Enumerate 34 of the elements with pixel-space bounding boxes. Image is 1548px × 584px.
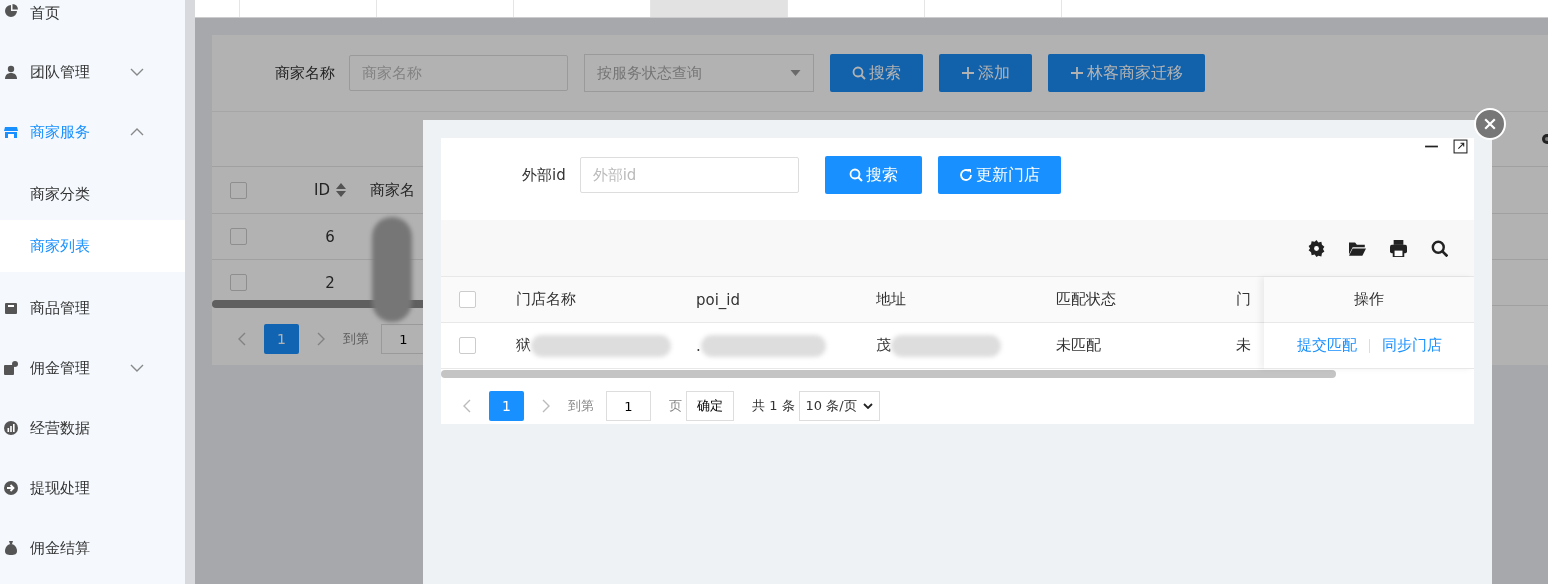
- page-input[interactable]: 1: [381, 324, 426, 354]
- table-cell: 茂: [876, 336, 891, 355]
- external-id-field[interactable]: 外部id: [579, 157, 799, 193]
- column-header: 操作: [1264, 277, 1474, 323]
- table-cell: 未: [1236, 336, 1251, 355]
- sidebar-item[interactable]: 商品管理: [0, 278, 185, 338]
- page-unit: 页: [669, 397, 682, 415]
- table-cell: .: [696, 336, 701, 355]
- field-label: 商家名称: [275, 63, 335, 83]
- sidebar-item[interactable]: 团队管理: [0, 42, 185, 102]
- page-size-dropdown[interactable]: 10 条/页: [798, 391, 880, 421]
- sidebar-item[interactable]: 首页: [0, 0, 185, 42]
- goto-label: 到第: [343, 330, 369, 348]
- total-count: 共 1 条: [752, 397, 795, 415]
- table-cell: 狱: [516, 336, 531, 355]
- column-header: 门: [1236, 290, 1252, 309]
- sidebar-item[interactable]: 佣金管理: [0, 338, 185, 398]
- column-header: poi_id: [696, 290, 742, 309]
- table-cell: 未匹配: [1056, 336, 1101, 355]
- goto-label: 到第: [568, 397, 594, 415]
- sidebar-item[interactable]: 提现处理: [0, 458, 185, 518]
- sidebar-item[interactable]: 经营数据: [0, 398, 185, 458]
- sidebar-subitem[interactable]: 商家分类: [0, 168, 185, 220]
- column-header: 匹配状态: [1056, 290, 1117, 309]
- field-label: 外部id: [522, 165, 566, 185]
- column-header: 门店名称: [516, 290, 577, 309]
- column-header: ID: [314, 181, 330, 199]
- sidebar-item[interactable]: 佣金结算: [0, 518, 185, 578]
- column-header: 商家名: [370, 180, 415, 200]
- table-cell-text: 2: [324, 273, 336, 292]
- column-header: 地址: [876, 290, 907, 309]
- page-input[interactable]: 1: [606, 391, 651, 421]
- table-cell-text: 6: [324, 227, 336, 246]
- confirm-button[interactable]: 确定: [686, 391, 734, 421]
